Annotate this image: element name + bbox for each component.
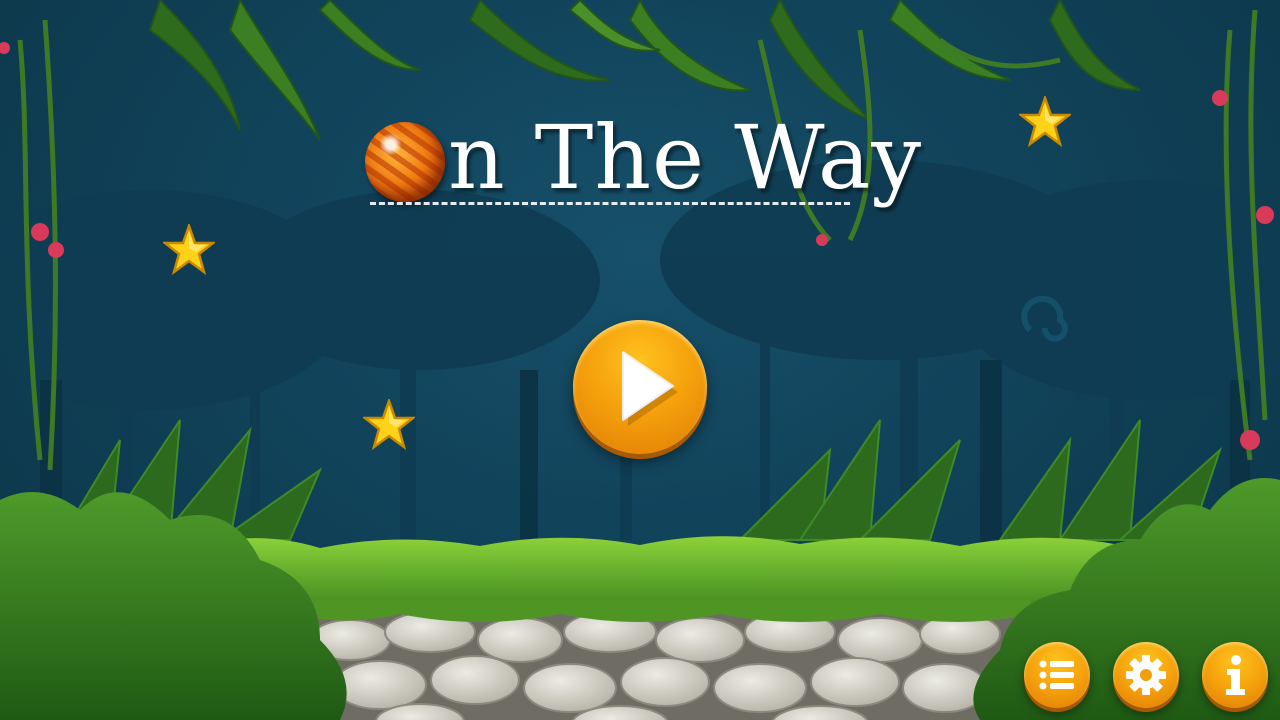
list-icon (1039, 660, 1074, 690)
settings-button[interactable] (1113, 642, 1179, 708)
title-dotted-underline (370, 202, 850, 205)
star-icon (163, 224, 215, 276)
play-icon (622, 351, 678, 426)
game-menu-screen: n The Way (0, 0, 1280, 720)
info-icon (1226, 655, 1245, 695)
game-title: n The Way (362, 106, 922, 222)
levels-button[interactable] (1024, 642, 1090, 708)
title-text: n The Way (448, 106, 923, 209)
star-icon (363, 399, 415, 451)
orange-ball-icon (365, 122, 445, 202)
play-button[interactable] (573, 320, 707, 454)
star-icon (1019, 96, 1071, 148)
info-button[interactable] (1202, 642, 1268, 708)
gear-icon (1126, 655, 1166, 695)
